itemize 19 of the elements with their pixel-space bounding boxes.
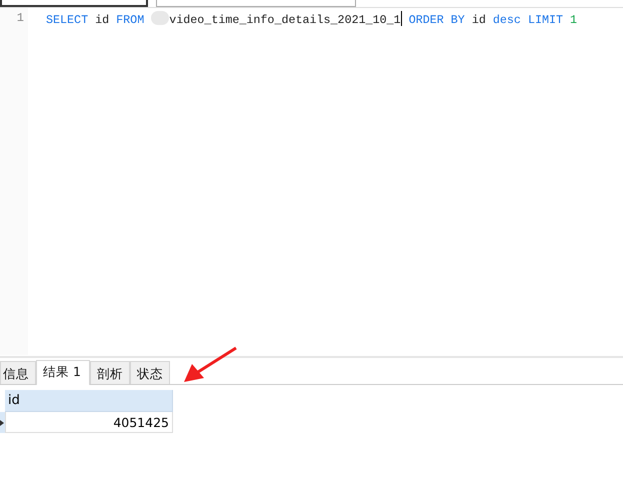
- sql-keyword: desc: [492, 13, 521, 27]
- result-tab[interactable]: 状态: [130, 361, 170, 384]
- result-tab[interactable]: 信息: [0, 361, 36, 384]
- row-indicator[interactable]: [0, 412, 5, 433]
- result-tab[interactable]: 结果 1: [36, 360, 90, 385]
- sql-number: 1: [570, 13, 578, 27]
- sql-identifier: id: [472, 13, 486, 27]
- result-tab[interactable]: 剖析: [90, 361, 130, 384]
- sql-keyword: ORDER BY: [408, 13, 465, 27]
- column-header[interactable]: id: [5, 390, 173, 412]
- editor-tab[interactable]: [0, 0, 148, 7]
- sql-keyword: LIMIT: [528, 13, 564, 27]
- table-cell: 4051425: [5, 412, 173, 433]
- sql-identifier: id: [95, 13, 110, 27]
- sql-keyword: SELECT: [46, 13, 88, 27]
- sql-keyword: FROM: [116, 13, 144, 27]
- text-cursor: [400, 11, 402, 26]
- line-number: 1: [16, 11, 24, 25]
- sql-identifier: video_time_info_details_2021_10_1: [169, 13, 401, 27]
